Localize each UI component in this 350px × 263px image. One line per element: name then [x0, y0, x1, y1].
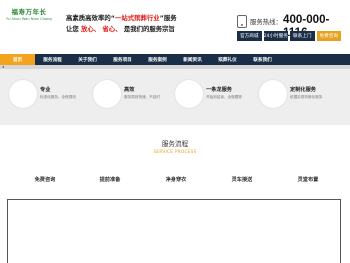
section-subtitle: SERVICE PROCESS [153, 149, 197, 154]
nav-item-contact[interactable]: 联系我们 [245, 54, 280, 65]
nav-item-etiquette[interactable]: 殡葬礼仪 [210, 54, 245, 65]
slogan-line-2: 让您 放心、 省心、 是我们的服务宗旨 [66, 24, 177, 35]
nav-item-about[interactable]: 关于我们 [70, 54, 105, 65]
nav-filler [280, 54, 350, 65]
step-hall-setup[interactable]: 灵堂布置 [278, 176, 338, 183]
slogan-part-b: 放心、 [81, 25, 101, 33]
slogan-line-1: 高素质高效率的“一站式殡葬行业”服务 [66, 13, 177, 24]
feature-title: 一条龙服务 [206, 87, 232, 93]
feature-circle-icon [93, 80, 121, 108]
feature-circle-icon [175, 80, 203, 108]
header: 福寿万年长 Fu Shou Wan Nian Chang 高素质高效率的“一站式… [0, 0, 350, 52]
nav-item-cases[interactable]: 服务案例 [140, 54, 175, 65]
step-hearse[interactable]: 灵车接送 [212, 176, 272, 183]
feature-desc: 依据实现特殊化服务 [290, 95, 323, 99]
logo-text: 福寿万年长 [11, 8, 47, 16]
nav-item-home[interactable]: 首页 [0, 54, 35, 65]
nav-item-news[interactable]: 新闻资讯 [175, 54, 210, 65]
feature-desc: 开始到结束、全程跟踪 [206, 95, 242, 99]
mall-button[interactable]: 官方商城 [237, 31, 262, 41]
feature-circle-icon [9, 80, 37, 108]
slogan-highlight: 一站式殡葬行业 [114, 14, 160, 22]
feature-circle-icon [259, 80, 287, 108]
step-free-consult[interactable]: 免费咨询 [15, 176, 75, 183]
slogan-prefix: 高素质高效率的“ [66, 14, 115, 22]
banner: ◂ 专业 标准化服务、全程规则 高效 服务周到快速、不延时 一条龙服务 开始到结… [0, 65, 350, 125]
quick-buttons: 官方商城 24小时服务 联系上门 免费咨询 [237, 31, 341, 41]
banner-strip: ◂ [0, 65, 350, 69]
slogan-part-c: 省心、 [102, 25, 122, 33]
nav-item-services[interactable]: 服务项目 [105, 54, 140, 65]
feature-title: 定制化服务 [290, 87, 316, 93]
feature-title: 专业 [40, 87, 51, 93]
process-steps: 免费咨询 提前准备 净身穿衣 灵车接送 灵堂布置 [0, 176, 350, 186]
logo[interactable]: 福寿万年长 Fu Shou Wan Nian Chang [6, 6, 52, 36]
service-24h-button[interactable]: 24小时服务 [263, 31, 288, 41]
section-title: 服务流程 [161, 140, 189, 148]
feature-title: 高效 [124, 87, 135, 93]
feature-desc: 标准化服务、全程规则 [40, 95, 76, 99]
arrow-left-icon[interactable]: ◂ [2, 65, 4, 69]
main-nav: 首页 服务流程 关于我们 服务项目 服务案例 新闻资讯 殡葬礼仪 联系我们 [0, 54, 350, 65]
hotline-label: 服务热线： [250, 18, 282, 26]
step-dress[interactable]: 净身穿衣 [146, 176, 206, 183]
phone-icon [237, 15, 247, 28]
logo-pinyin: Fu Shou Wan Nian Chang [6, 17, 52, 21]
free-consult-button[interactable]: 免费咨询 [316, 31, 341, 41]
contact-button[interactable]: 联系上门 [290, 31, 315, 41]
slogan-suffix: ”服务 [159, 14, 177, 22]
slogan-part-a: 让您 [66, 25, 79, 33]
slogan: 高素质高效率的“一站式殡葬行业”服务 让您 放心、 省心、 是我们的服务宗旨 [66, 13, 177, 35]
process-content-box [7, 199, 341, 263]
feature-desc: 服务周到快速、不延时 [124, 95, 160, 99]
slogan-part-d: 是我们的服务宗旨 [123, 25, 175, 33]
step-prepare[interactable]: 提前准备 [80, 176, 140, 183]
nav-item-process[interactable]: 服务流程 [35, 54, 70, 65]
